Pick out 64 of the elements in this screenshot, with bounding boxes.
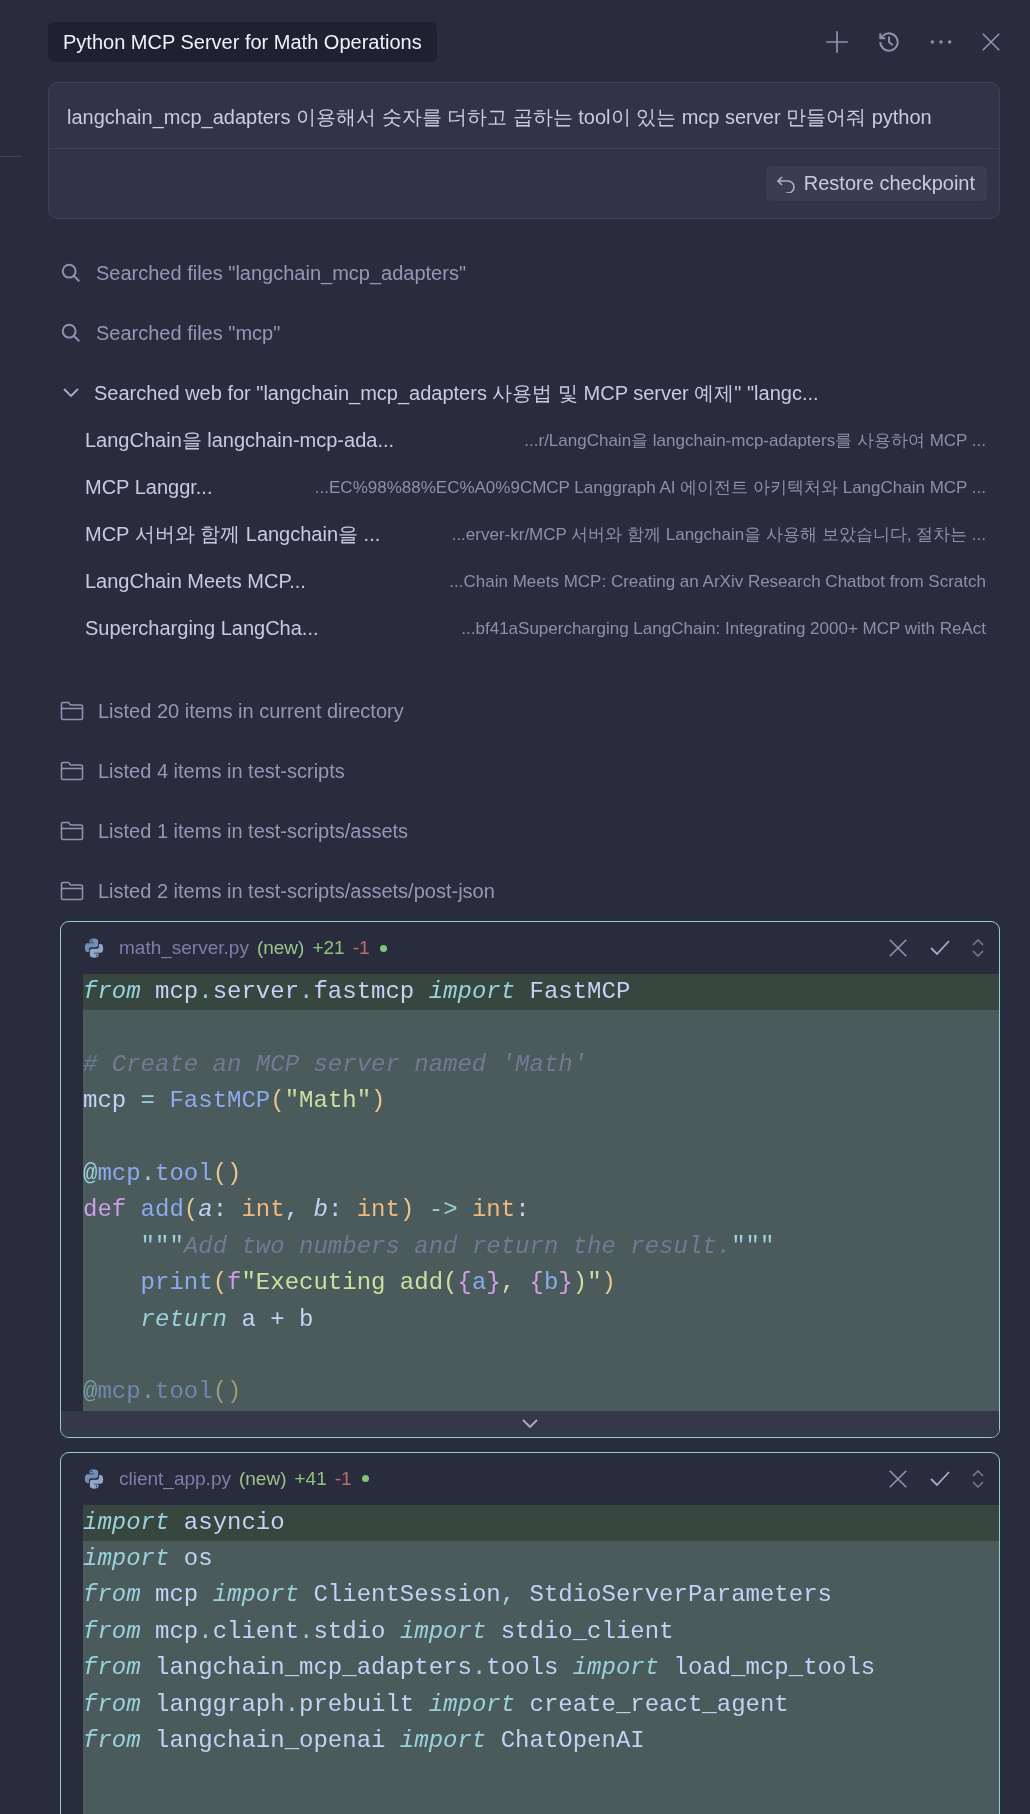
code-line: from langgraph.prebuilt import create_react_agent <box>83 1689 790 1720</box>
chevron-up-down-icon[interactable] <box>971 937 985 959</box>
chevron-down-icon[interactable] <box>521 1417 539 1430</box>
activity-label: Searched files "mcp" <box>96 321 281 345</box>
chat-title: Python MCP Server for Math Operations <box>48 22 437 62</box>
code-line: from mcp.client.stdio import stdio_client <box>83 1616 675 1647</box>
code-line: import os <box>83 1544 214 1575</box>
undo-arrow-icon <box>775 174 796 193</box>
search-result-link[interactable]: MCP 서버와 함께 Langchain을 ... <box>85 521 381 548</box>
search-icon <box>60 322 82 344</box>
file-name[interactable]: client_app.py <box>119 1467 231 1490</box>
code-line: def add(a: int, b: int) -> int: <box>83 1195 531 1226</box>
search-result-link[interactable]: LangChain Meets MCP... <box>85 570 306 593</box>
new-file-tag: (new) <box>256 937 305 959</box>
code-line: from langchain_openai import ChatOpenAI <box>83 1726 646 1757</box>
check-icon[interactable] <box>929 1469 951 1488</box>
restore-checkpoint-button[interactable]: Restore checkpoint <box>765 166 987 201</box>
activity-label: Listed 1 items in test-scripts/assets <box>98 819 409 843</box>
lines-added-count: +41 <box>294 1467 327 1490</box>
activity-label: Listed 2 items in test-scripts/assets/post-json <box>98 879 495 903</box>
code-line: mcp = FastMCP("Math") <box>83 1086 387 1117</box>
result-url: ...r/LangChain을 langchain-mcp-adapters를 사용하여 MCP ... <box>524 430 986 452</box>
search-result-link[interactable]: MCP Langgr... <box>85 476 213 499</box>
search-result-link[interactable]: LangChain을 langchain-mcp-ada... <box>85 427 395 454</box>
history-icon[interactable] <box>876 29 902 55</box>
folder-icon <box>60 821 84 841</box>
new-file-tag: (new) <box>238 1467 287 1490</box>
lines-added-count: +21 <box>312 937 345 959</box>
activity-label[interactable]: Searched web for "langchain_mcp_adapters 사용법 및 MCP server 예제" "langc... <box>94 379 819 407</box>
close-icon[interactable] <box>887 1467 909 1490</box>
code-line: @mcp.tool() <box>83 1158 243 1189</box>
result-url: ...Chain Meets MCP: Creating an ArXiv Research Chatbot from Scratch <box>449 571 986 592</box>
status-dot <box>379 944 387 952</box>
prompt-text: langchain_mcp_adapters 이용해서 숫자를 더하고 곱하는 tool이 있는 mcp server 만들어줘 python <box>49 83 999 149</box>
check-icon[interactable] <box>929 939 951 957</box>
result-url: ...bf41aSupercharging LangChain: Integrating 2000+ MCP with ReAct <box>461 618 986 639</box>
code-line: """Add two numbers and return the result.""" <box>139 1231 776 1262</box>
chevron-down-icon[interactable] <box>62 387 80 399</box>
file-name[interactable]: math_server.py <box>119 937 249 959</box>
search-icon <box>60 262 82 284</box>
close-icon[interactable] <box>980 31 1002 53</box>
code-line: from mcp import ClientSession, StdioServerParameters <box>83 1580 833 1611</box>
code-line: return a + b <box>139 1304 315 1335</box>
python-icon <box>83 937 105 959</box>
activity-label: Listed 20 items in current directory <box>98 699 404 723</box>
folder-icon <box>60 881 84 901</box>
lines-removed-count: -1 <box>352 937 370 959</box>
code-line: # Create an MCP server named 'Math' <box>83 1049 589 1080</box>
result-url: ...EC%98%88%EC%A0%9CMCP Langgraph AI 에이전트 아키텍처와 LangChain MCP ... <box>314 477 986 499</box>
chevron-up-down-icon[interactable] <box>971 1467 985 1490</box>
activity-label: Searched files "langchain_mcp_adapters" <box>96 261 466 285</box>
search-result-link[interactable]: Supercharging LangCha... <box>85 617 319 640</box>
activity-label: Listed 4 items in test-scripts <box>98 759 345 783</box>
plus-icon[interactable] <box>824 29 850 55</box>
close-icon[interactable] <box>887 937 909 959</box>
status-dot <box>361 1475 369 1483</box>
folder-icon <box>60 701 84 721</box>
code-line: print(f"Executing add({a}, {b})") <box>139 1268 617 1299</box>
python-icon <box>83 1467 105 1490</box>
result-url: ...erver-kr/MCP 서버와 함께 Langchain을 사용해 보았습니다, 절차는 ... <box>451 524 986 546</box>
code-line: @mcp.tool() <box>83 1377 243 1408</box>
lines-removed-count: -1 <box>334 1467 352 1490</box>
folder-icon <box>60 761 84 781</box>
code-line: from langchain_mcp_adapters.tools import load_mcp_tools <box>83 1653 877 1684</box>
